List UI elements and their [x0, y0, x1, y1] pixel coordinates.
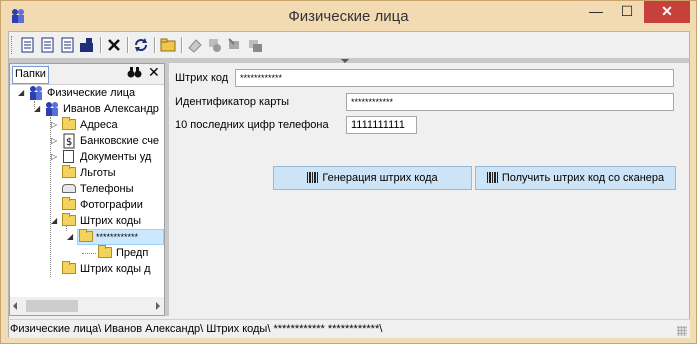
barcode-icon [486, 172, 499, 183]
tree-item-addresses[interactable]: ▷ Адреса [10, 117, 164, 133]
document-icon-2[interactable] [37, 35, 57, 55]
expand-icon[interactable]: ▷ [51, 153, 59, 161]
status-path: Физические лица\ Иванов Александр\ Штрих… [10, 323, 383, 335]
tree-item-label: Штрих коды д [80, 263, 151, 275]
toolbar [9, 32, 689, 58]
generate-barcode-button[interactable]: Генерация штрих кода [273, 166, 472, 190]
folder-icon [62, 165, 76, 178]
folder-tree: ◢ Физические лица ◢ Иванов Александр ▷ А… [10, 85, 164, 296]
phone-digits-field[interactable]: 1111111111 [346, 116, 417, 134]
card-id-field[interactable]: ************ [346, 93, 674, 111]
collapse-icon[interactable]: ◢ [34, 105, 42, 113]
tree-item-ivanov[interactable]: ◢ Иванов Александр [10, 101, 164, 117]
folders-panel-header: Папки ✕ [10, 64, 164, 85]
scroll-left-icon[interactable] [13, 302, 17, 310]
tree-item-label: Телефоны [80, 183, 134, 195]
refresh-icon[interactable] [131, 35, 151, 55]
toolbar-separator [100, 37, 102, 53]
eraser-icon[interactable] [185, 35, 205, 55]
delete-icon[interactable] [104, 35, 124, 55]
toolbar-separator [127, 37, 129, 53]
tree-item-barcodes[interactable]: ◢ Штрих коды [10, 213, 164, 229]
document-icon [63, 150, 74, 163]
status-bar: Физические лица\ Иванов Александр\ Штрих… [9, 319, 690, 338]
folder-icon [62, 117, 76, 130]
minimize-button[interactable]: — [581, 1, 611, 23]
tree-item-label: Банковские сче [80, 135, 160, 147]
folders-panel: Папки ✕ ◢ Физические лица ◢ Иванов Алекс… [9, 63, 165, 316]
card-id-label: Идентификатор карты [175, 96, 290, 108]
phone-digits-label: 10 последних цифр телефона [175, 119, 329, 131]
open-folder-icon [79, 229, 93, 242]
client-area: Папки ✕ ◢ Физические лица ◢ Иванов Алекс… [8, 31, 690, 338]
folder-icon [62, 197, 76, 210]
barcode-label: Штрих код [175, 72, 229, 84]
horizontal-scrollbar[interactable] [10, 297, 164, 315]
tree-item-label: Фотографии [80, 199, 143, 211]
tree-item-individuals[interactable]: ◢ Физические лица [10, 85, 164, 101]
scan-barcode-button[interactable]: Получить штрих код со сканера [475, 166, 676, 190]
detail-form: Штрих код ************ Идентификатор кар… [170, 63, 689, 316]
layers-icon[interactable] [245, 35, 265, 55]
folder-icon [62, 213, 76, 226]
open-folder-icon[interactable] [77, 35, 97, 55]
vertical-splitter[interactable] [165, 63, 169, 316]
tree-item-label: Физические лица [47, 87, 136, 99]
collapse-icon[interactable]: ◢ [67, 233, 75, 241]
people-icon [46, 102, 58, 116]
tree-item-bank-accounts[interactable]: ▷ $ Банковские сче [10, 133, 164, 149]
tree-item-label: Адреса [80, 119, 118, 131]
document-icon-1[interactable] [17, 35, 37, 55]
svg-text:$: $ [66, 137, 72, 148]
scroll-right-icon[interactable] [156, 302, 160, 310]
tools-icon[interactable] [225, 35, 245, 55]
scroll-thumb[interactable] [26, 300, 78, 312]
panel-close-icon[interactable]: ✕ [148, 64, 160, 81]
expand-icon[interactable]: ▷ [51, 137, 59, 145]
tree-item-benefits[interactable]: Льготы [10, 165, 164, 181]
title-bar[interactable]: Физические лица — ☐ ✕ [1, 1, 696, 31]
scan-barcode-label: Получить штрих код со сканера [501, 172, 665, 184]
tree-item-label: Штрих коды [80, 215, 142, 227]
tree-item-label: Льготы [80, 167, 116, 179]
tree-item-label: Иванов Александр [63, 103, 159, 115]
toolbar-grip[interactable] [11, 36, 15, 54]
barcode-icon [307, 172, 320, 183]
tree-item-enterprise[interactable]: Предп [10, 245, 164, 261]
tab-folders[interactable]: Папки [12, 66, 49, 84]
app-window: Физические лица — ☐ ✕ Папки ✕ ◢ Физическ… [0, 0, 697, 344]
tree-item-label: Предп [116, 247, 149, 259]
expand-icon[interactable]: ▷ [51, 121, 59, 129]
tree-item-phones[interactable]: Телефоны [10, 181, 164, 197]
tree-item-id-documents[interactable]: ▷ Документы уд [10, 149, 164, 165]
tree-item-label: ************ [96, 232, 139, 242]
document-icon-3[interactable] [57, 35, 77, 55]
bank-document-icon: $ [63, 133, 75, 149]
generate-barcode-label: Генерация штрих кода [322, 172, 438, 184]
maximize-button[interactable]: ☐ [613, 1, 641, 23]
collapse-icon[interactable]: ◢ [18, 89, 26, 97]
stamp-icon[interactable] [205, 35, 225, 55]
tree-item-barcodes-extra[interactable]: Штрих коды д [10, 261, 164, 277]
toolbar-separator [181, 37, 183, 53]
folder-icon[interactable] [158, 35, 178, 55]
barcode-field[interactable]: ************ [235, 69, 674, 87]
tree-item-photos[interactable]: Фотографии [10, 197, 164, 213]
tree-item-barcode-selected[interactable]: ◢ ************ [10, 229, 164, 245]
close-button[interactable]: ✕ [644, 1, 690, 23]
binoculars-icon[interactable] [127, 66, 142, 79]
people-icon [30, 86, 42, 100]
folder-icon [62, 261, 76, 274]
toolbar-separator [154, 37, 156, 53]
folder-icon [98, 245, 112, 258]
resize-grip[interactable] [677, 326, 687, 336]
tree-item-label: Документы уд [80, 151, 152, 163]
collapse-icon[interactable]: ◢ [51, 217, 59, 225]
phone-icon [62, 184, 76, 193]
